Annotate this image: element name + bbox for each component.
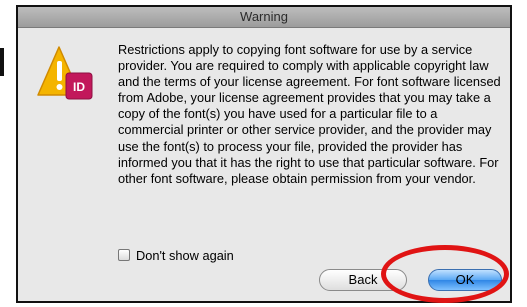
dont-show-again-checkbox[interactable] [118, 249, 130, 261]
back-button[interactable]: Back [319, 269, 407, 291]
dont-show-again-label[interactable]: Don't show again [136, 248, 234, 263]
background-edge-mark [0, 48, 4, 76]
indesign-badge-icon: ID [65, 72, 93, 100]
warning-icon: ID [37, 46, 93, 100]
indesign-badge-label: ID [73, 80, 85, 94]
ok-button[interactable]: OK [428, 269, 502, 291]
dialog-title: Warning [18, 7, 510, 28]
warning-message: Restrictions apply to copying font softw… [118, 42, 501, 186]
page-edge [0, 0, 6, 307]
warning-dialog: Warning ID Restrictions apply to copying… [16, 5, 512, 303]
dont-show-again-row[interactable]: Don't show again [118, 247, 234, 263]
